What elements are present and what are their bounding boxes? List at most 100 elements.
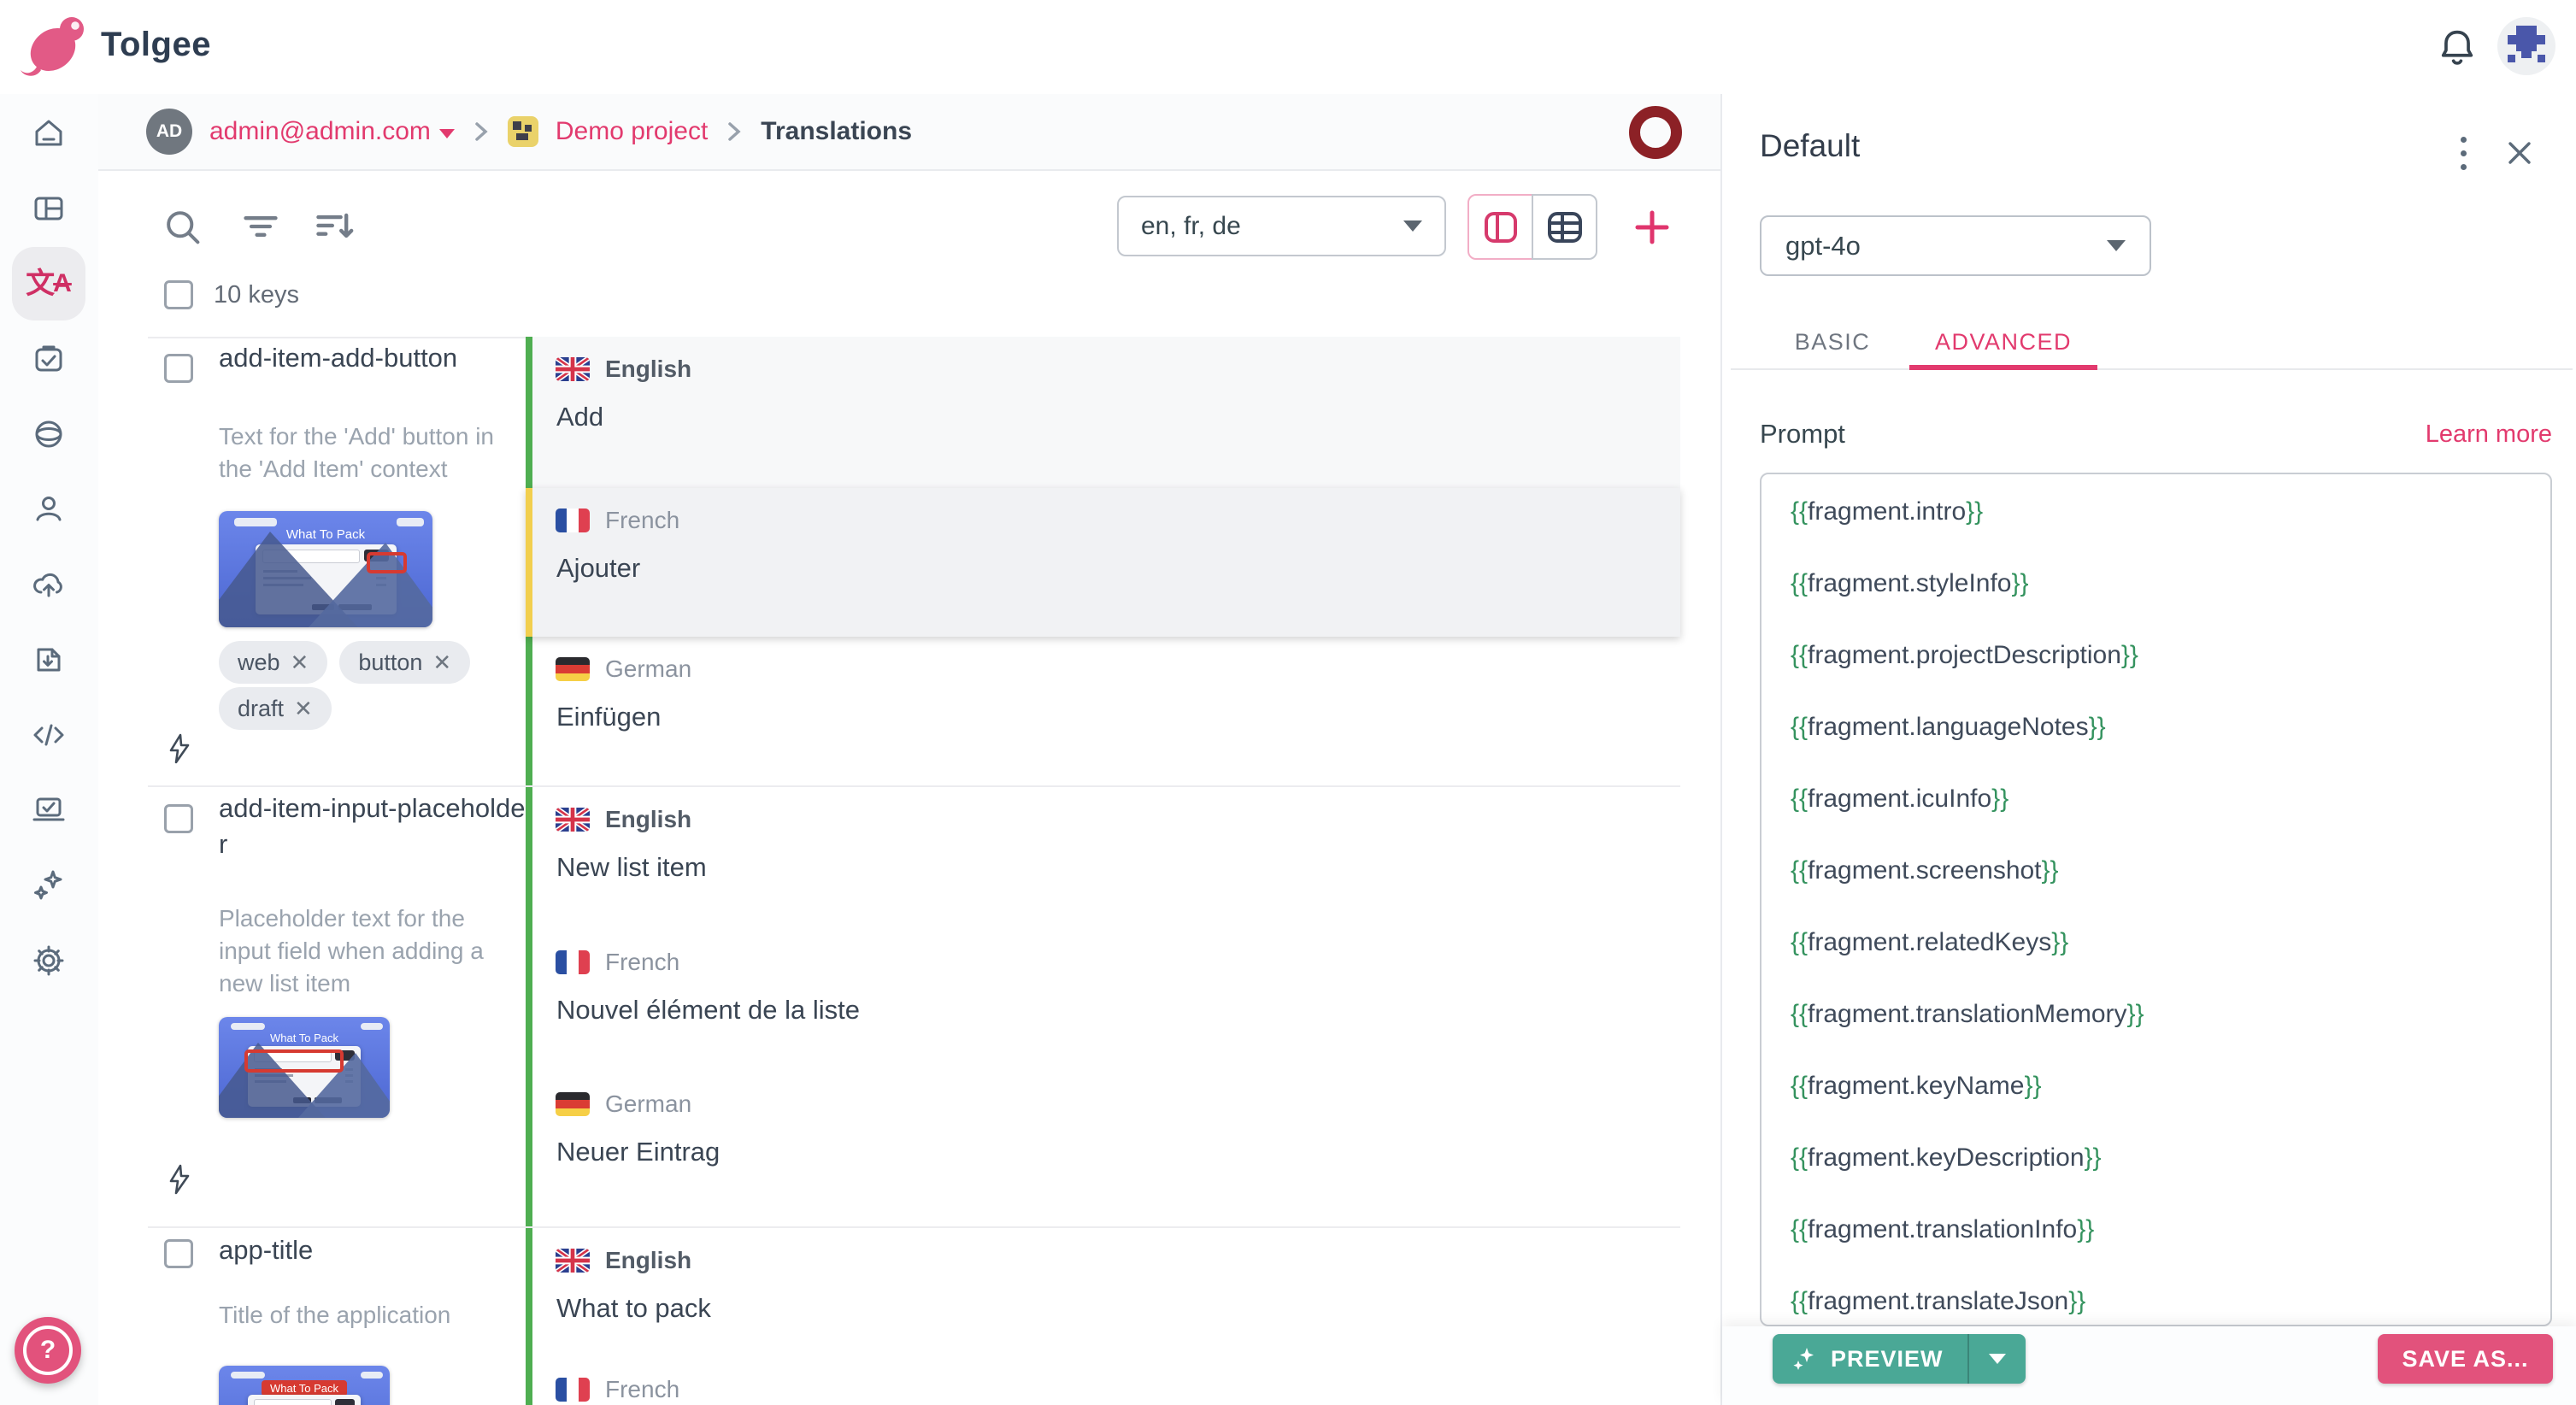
prompt-fragment[interactable]: {{fragment.keyName}} bbox=[1761, 1050, 2550, 1122]
prompt-fragment[interactable]: {{fragment.translationMemory}} bbox=[1761, 979, 2550, 1050]
remove-tag-icon[interactable]: ✕ bbox=[432, 650, 451, 676]
save-as-button[interactable]: SAVE AS... bbox=[2378, 1334, 2553, 1384]
model-select[interactable]: gpt-4o bbox=[1760, 215, 2151, 276]
prompt-fragment[interactable]: {{fragment.languageNotes}} bbox=[1761, 691, 2550, 763]
select-all-row: 10 keys bbox=[164, 280, 299, 309]
sidebar-item-members[interactable] bbox=[12, 473, 85, 546]
sidebar-item-settings[interactable] bbox=[12, 924, 85, 997]
keys-count-label: 10 keys bbox=[214, 281, 299, 309]
breadcrumb-user[interactable]: admin@admin.com bbox=[209, 117, 455, 146]
translation-cell-english[interactable]: English New list item bbox=[526, 787, 1680, 930]
tag[interactable]: button✕ bbox=[339, 641, 470, 684]
tab-advanced[interactable]: ADVANCED bbox=[1909, 315, 2097, 369]
home-icon bbox=[30, 115, 68, 152]
help-button[interactable]: ? bbox=[15, 1317, 81, 1384]
prompt-fragment[interactable]: {{fragment.intro}} bbox=[1761, 476, 2550, 548]
remove-tag-icon[interactable]: ✕ bbox=[291, 650, 309, 676]
user-avatar[interactable] bbox=[2497, 17, 2555, 75]
prompt-fragment[interactable]: {{fragment.translateJson}} bbox=[1761, 1266, 2550, 1326]
filter-icon[interactable] bbox=[240, 206, 281, 247]
translation-cell-english[interactable]: English What to pack bbox=[526, 1228, 1680, 1357]
translation-cell-french[interactable]: French bbox=[526, 1357, 1680, 1405]
split-view-button[interactable] bbox=[1467, 194, 1533, 260]
preview-dropdown-button[interactable] bbox=[1969, 1354, 2026, 1364]
sidebar-item-import[interactable] bbox=[12, 623, 85, 697]
breadcrumb-project[interactable]: Demo project bbox=[556, 117, 708, 146]
sort-icon[interactable] bbox=[314, 206, 355, 247]
prompt-fragment[interactable]: {{fragment.translationInfo}} bbox=[1761, 1194, 2550, 1266]
cloud-upload-icon bbox=[30, 566, 68, 603]
chevron-down-icon bbox=[1403, 220, 1422, 232]
save-as-button-label: SAVE AS... bbox=[2402, 1346, 2528, 1373]
user-avatar-small[interactable]: AD bbox=[146, 109, 192, 155]
prompt-fragment[interactable]: {{fragment.icuInfo}} bbox=[1761, 763, 2550, 835]
translation-cell-german[interactable]: German Neuer Eintrag bbox=[526, 1072, 1680, 1226]
sidebar-item-languages[interactable] bbox=[12, 397, 85, 471]
sidebar-item-dashboard[interactable] bbox=[12, 172, 85, 245]
select-all-checkbox[interactable] bbox=[164, 280, 193, 309]
translation-value: New list item bbox=[556, 852, 707, 883]
key-name[interactable]: add-item-add-button bbox=[219, 340, 526, 376]
language-label: French bbox=[605, 949, 679, 976]
kebab-menu-icon[interactable] bbox=[2444, 132, 2482, 174]
state-indicator-translated bbox=[526, 930, 532, 1072]
state-indicator-translated bbox=[526, 1228, 532, 1357]
translation-cell-french[interactable]: French Ajouter bbox=[526, 488, 1680, 637]
sidebar-item-tasks[interactable] bbox=[12, 322, 85, 396]
prompt-fragment[interactable]: {{fragment.screenshot}} bbox=[1761, 835, 2550, 907]
active-tab-underline bbox=[1909, 365, 2097, 370]
close-icon bbox=[2504, 138, 2535, 168]
mouse-logo-icon[interactable] bbox=[19, 10, 94, 85]
key-name[interactable]: add-item-input-placeholder bbox=[219, 791, 526, 862]
screenshot-thumbnail[interactable]: What To Pack bbox=[219, 1366, 390, 1405]
language-label: English bbox=[605, 356, 691, 383]
prompt-fragment[interactable]: {{fragment.relatedKeys}} bbox=[1761, 907, 2550, 979]
tag[interactable]: web✕ bbox=[219, 641, 327, 684]
sidebar-item-home[interactable] bbox=[12, 97, 85, 170]
machine-translation-icon[interactable] bbox=[164, 733, 195, 764]
add-key-button[interactable] bbox=[1628, 203, 1676, 251]
translation-cell-english[interactable]: English Add bbox=[526, 337, 1680, 488]
key-name[interactable]: app-title bbox=[219, 1232, 526, 1268]
language-label: English bbox=[605, 1247, 691, 1274]
learn-more-link[interactable]: Learn more bbox=[2426, 420, 2552, 449]
languages-select[interactable]: en, fr, de bbox=[1117, 196, 1446, 256]
tag[interactable]: draft✕ bbox=[219, 687, 332, 730]
flag-de-icon bbox=[556, 1092, 590, 1116]
machine-translation-icon[interactable] bbox=[164, 1164, 195, 1195]
ai-sparkles-icon bbox=[30, 867, 68, 904]
sidebar-item-ai[interactable] bbox=[12, 849, 85, 922]
tab-basic[interactable]: BASIC bbox=[1766, 315, 1899, 369]
screenshot-thumbnail[interactable]: What To Pack bbox=[219, 1017, 390, 1118]
state-indicator-translated bbox=[526, 787, 532, 930]
sidebar-item-translations[interactable]: 文A bbox=[12, 247, 85, 320]
prompt-editor[interactable]: {{fragment.intro}} {{fragment.styleInfo}… bbox=[1760, 473, 2552, 1326]
translation-cell-french[interactable]: French Nouvel élément de la liste bbox=[526, 930, 1680, 1072]
prompt-fragment[interactable]: {{fragment.projectDescription}} bbox=[1761, 620, 2550, 691]
highlight-box bbox=[367, 552, 408, 574]
sidebar-item-integrate[interactable] bbox=[12, 698, 85, 772]
help-icon: ? bbox=[23, 1326, 73, 1375]
preview-button[interactable]: PREVIEW bbox=[1773, 1334, 2026, 1384]
state-indicator-translated bbox=[526, 1072, 532, 1226]
row-checkbox[interactable] bbox=[164, 804, 193, 833]
sidebar-item-devtools[interactable] bbox=[12, 773, 85, 847]
row-checkbox[interactable] bbox=[164, 1239, 193, 1268]
flag-en-icon bbox=[556, 357, 590, 381]
state-indicator-translated bbox=[526, 1357, 532, 1405]
flag-fr-icon bbox=[556, 509, 590, 532]
members-icon bbox=[30, 491, 68, 528]
screenshot-thumbnail[interactable]: What To Pack bbox=[219, 511, 432, 627]
prompt-fragment[interactable]: {{fragment.styleInfo}} bbox=[1761, 548, 2550, 620]
bell-icon[interactable] bbox=[2436, 26, 2479, 68]
dashboard-icon bbox=[30, 190, 68, 227]
table-view-button[interactable] bbox=[1532, 194, 1597, 260]
prompt-fragment[interactable]: {{fragment.keyDescription}} bbox=[1761, 1122, 2550, 1194]
tabs-divider bbox=[1731, 368, 2573, 370]
translation-cell-german[interactable]: German Einfügen bbox=[526, 637, 1680, 785]
sidebar-item-export[interactable] bbox=[12, 548, 85, 621]
row-checkbox[interactable] bbox=[164, 354, 193, 383]
remove-tag-icon[interactable]: ✕ bbox=[294, 696, 313, 722]
close-panel-button[interactable] bbox=[2498, 132, 2541, 174]
search-icon[interactable] bbox=[162, 206, 204, 249]
